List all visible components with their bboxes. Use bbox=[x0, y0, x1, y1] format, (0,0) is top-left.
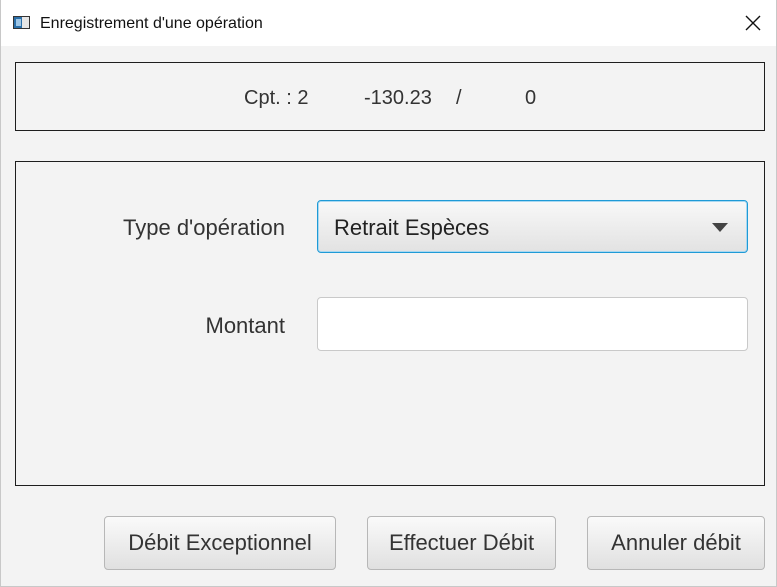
close-button[interactable] bbox=[730, 0, 776, 46]
balance-separator: / bbox=[456, 87, 462, 109]
title-bar: Enregistrement d'une opération bbox=[1, 0, 776, 46]
account-info-panel: Cpt. : 2 -130.23 / 0 bbox=[15, 62, 765, 131]
close-icon bbox=[745, 15, 761, 31]
exceptional-debit-button[interactable]: Débit Exceptionnel bbox=[104, 516, 336, 570]
operation-dialog: Enregistrement d'une opération Cpt. : 2 … bbox=[0, 0, 777, 587]
chevron-down-icon bbox=[712, 223, 728, 232]
account-number: Cpt. : 2 bbox=[244, 87, 309, 109]
account-balance: -130.23 bbox=[364, 87, 432, 109]
window-app-icon bbox=[13, 16, 30, 29]
operation-type-value: Retrait Espèces bbox=[334, 215, 490, 240]
overdraft-limit: 0 bbox=[525, 87, 537, 109]
operation-type-select[interactable]: Retrait Espèces bbox=[317, 200, 748, 253]
window-title: Enregistrement d'une opération bbox=[40, 15, 263, 32]
operation-type-label: Type d'opération bbox=[123, 215, 285, 240]
amount-input[interactable] bbox=[317, 297, 748, 351]
cancel-debit-button[interactable]: Annuler débit bbox=[587, 516, 765, 570]
amount-label: Montant bbox=[205, 313, 286, 338]
perform-debit-button[interactable]: Effectuer Débit bbox=[367, 516, 556, 570]
